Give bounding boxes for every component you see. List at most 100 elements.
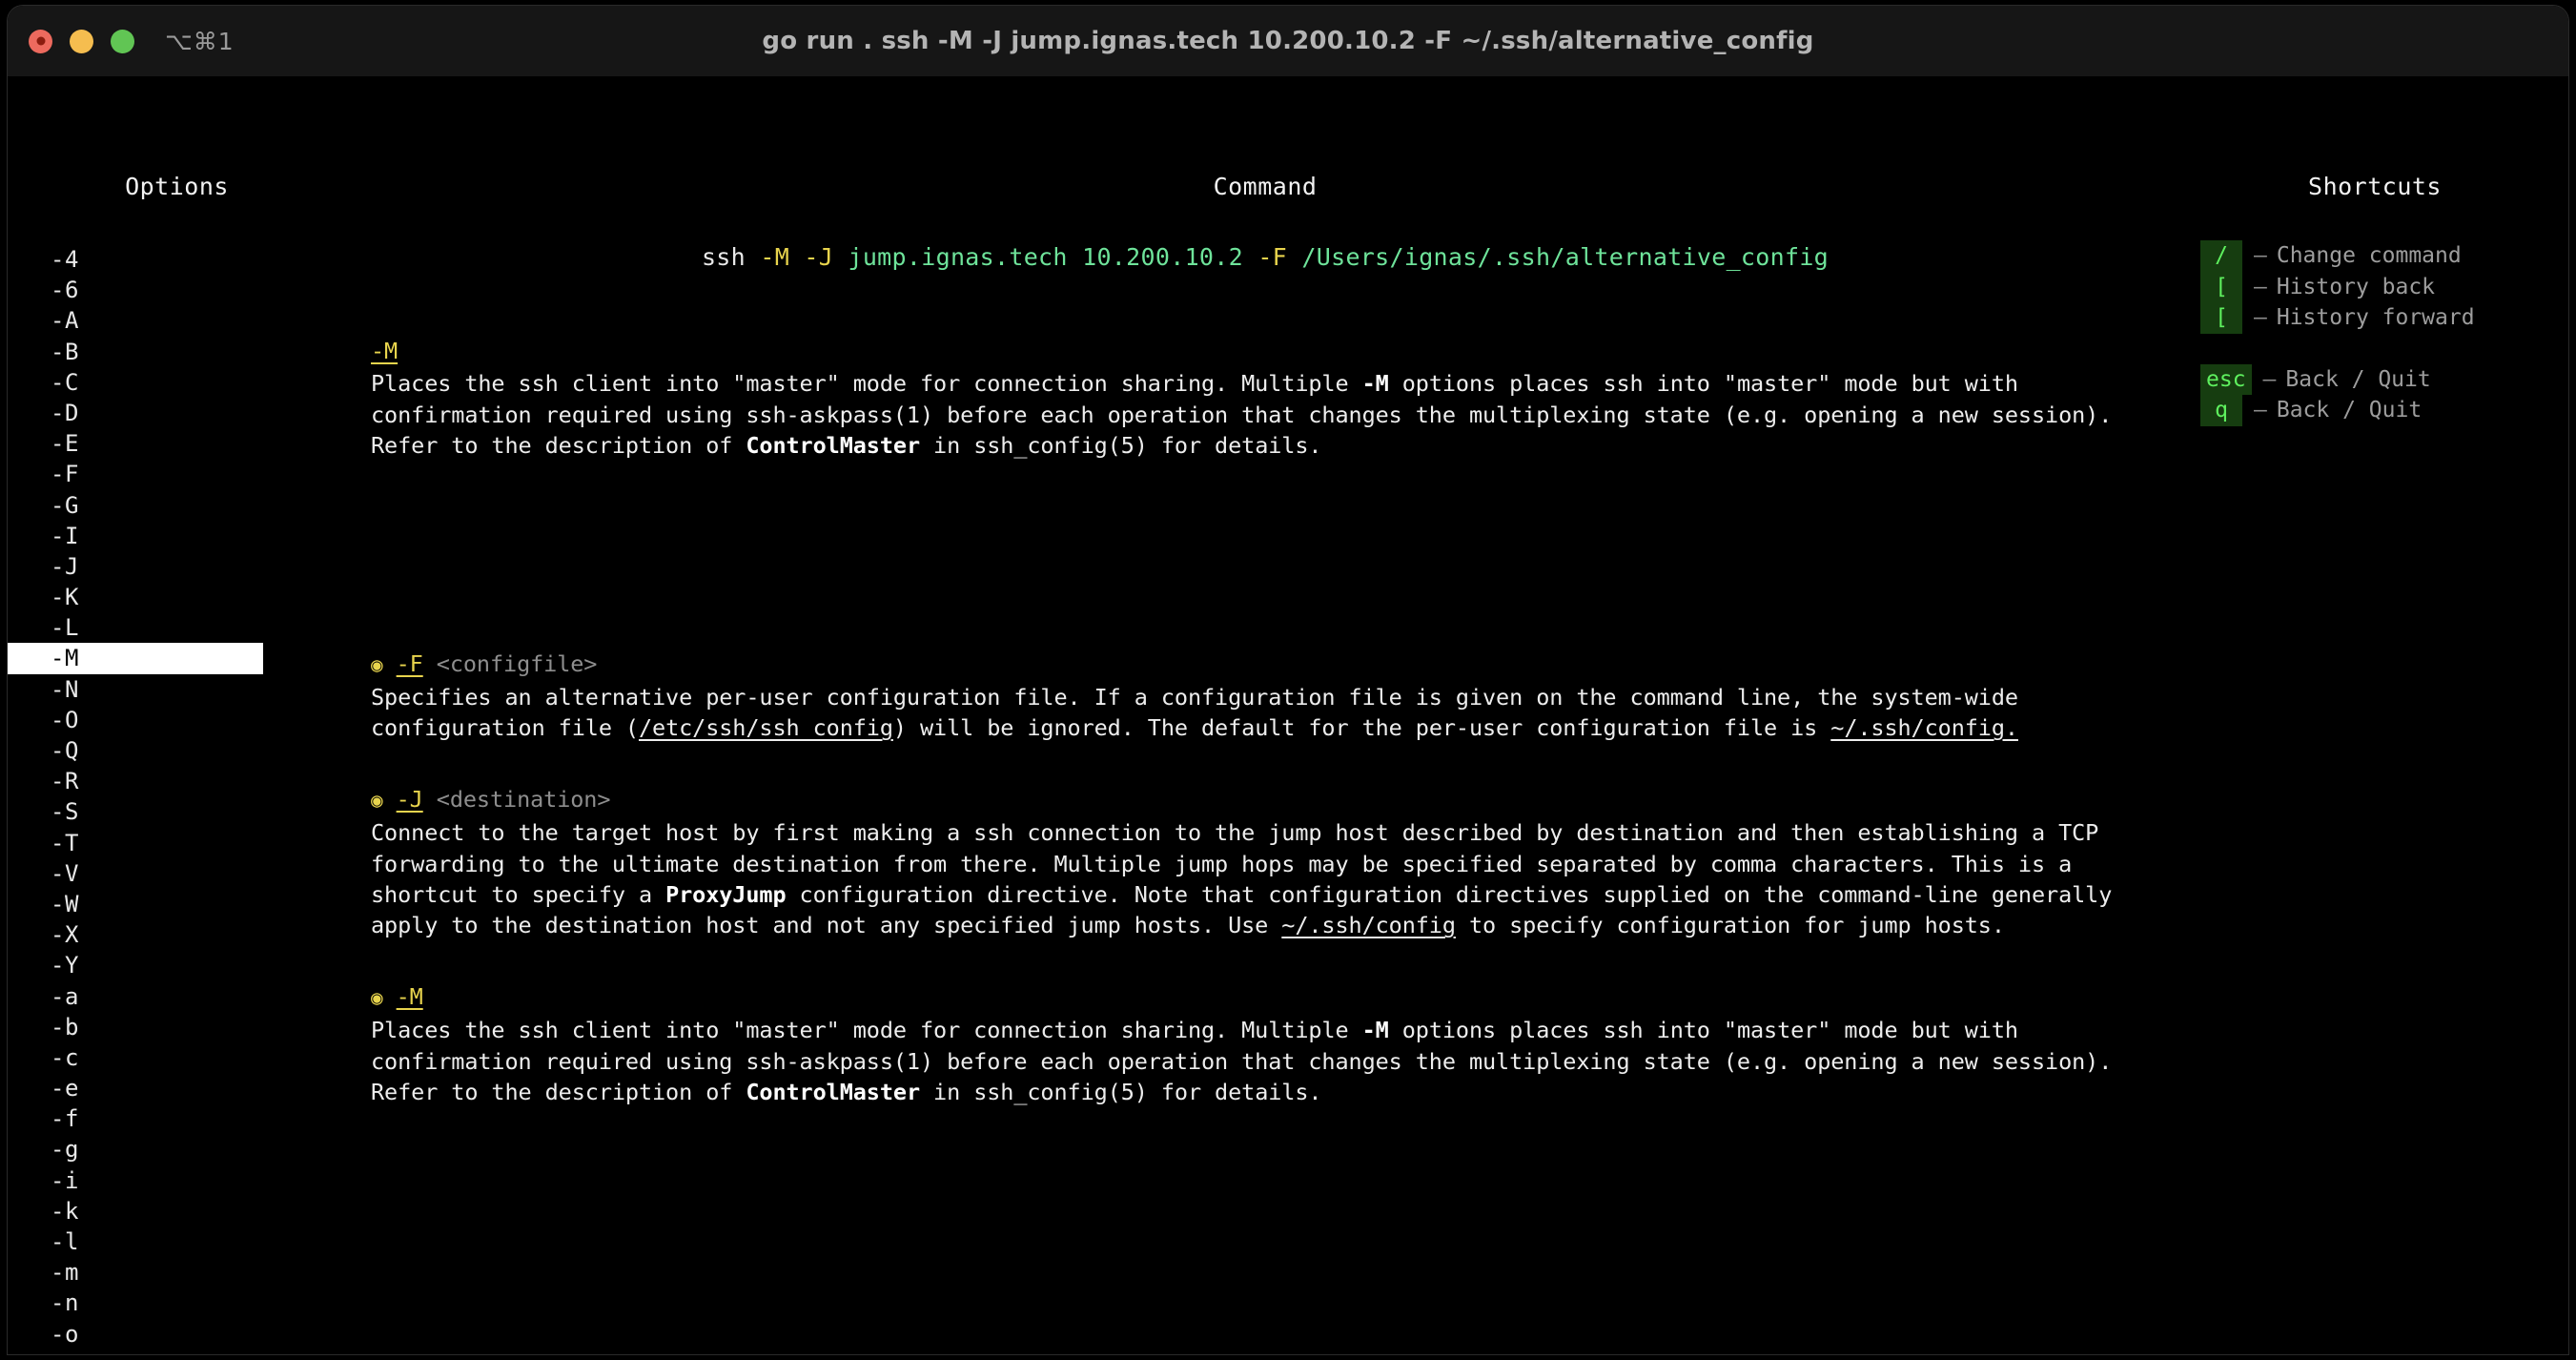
option-item[interactable]: -Y	[8, 950, 346, 980]
option-item[interactable]: -l	[8, 1226, 346, 1257]
bullet-icon: ◉	[371, 985, 383, 1009]
doc-bold-term: ControlMaster	[746, 1079, 920, 1106]
doc-block-m: ◉ -M Places the ssh client into "master"…	[371, 981, 2144, 1108]
option-item[interactable]: -A	[8, 305, 346, 336]
shortcut-row[interactable]: [ — History back	[2200, 271, 2568, 302]
option-item[interactable]: -I	[8, 521, 346, 551]
shortcut-dash: —	[2254, 305, 2267, 331]
option-item[interactable]: -O	[8, 705, 346, 735]
doc-flag-arg: <configfile>	[436, 649, 598, 677]
option-item[interactable]: -B	[8, 337, 346, 367]
option-item[interactable]: -G	[8, 490, 346, 521]
doc-flag-arg: <destination>	[436, 785, 611, 813]
doc-text: options places ssh into "master" mode bu…	[1388, 1017, 2018, 1044]
shortcut-label: History forward	[2276, 305, 2475, 331]
option-item[interactable]: -m	[8, 1257, 346, 1288]
shortcuts-column-header: Shortcuts	[2308, 173, 2442, 200]
shortcut-label: Back / Quit	[2276, 398, 2423, 423]
doc-body: Places the ssh client into "master" mode…	[371, 368, 2144, 461]
shortcuts-group-navigation: / — Change command [ — History back [ — …	[2200, 240, 2568, 334]
option-item[interactable]: -6	[8, 275, 346, 305]
shortcut-label: Back / Quit	[2285, 366, 2431, 392]
option-item[interactable]: -4	[8, 244, 346, 275]
window-titlebar: ⌥⌘1 go run . ssh -M -J jump.ignas.tech 1…	[8, 6, 2568, 76]
doc-text: configuration directive. Note that confi…	[786, 881, 2113, 909]
doc-block-heading: ◉ -J <destination>	[371, 784, 2144, 815]
option-item[interactable]: -C	[8, 367, 346, 398]
doc-text: in ssh_config(5) for details.	[920, 432, 1322, 460]
doc-text: confirmation required using ssh-askpass(…	[371, 1047, 2113, 1075]
doc-spacer	[371, 462, 2144, 649]
option-item-selected[interactable]: -M	[8, 643, 263, 674]
option-item[interactable]: -S	[8, 796, 346, 827]
option-item[interactable]: -D	[8, 398, 346, 428]
shortcut-row[interactable]: esc — Back / Quit	[2200, 363, 2568, 395]
shortcut-row[interactable]: q — Back / Quit	[2200, 395, 2568, 426]
option-item[interactable]: -R	[8, 766, 346, 796]
doc-flag: -F	[396, 649, 423, 677]
close-button-icon[interactable]	[29, 29, 52, 53]
doc-text: forwarding to the ultimate destination f…	[371, 850, 2073, 877]
option-item[interactable]: -p	[8, 1350, 346, 1354]
shortcut-dash: —	[2262, 366, 2277, 392]
doc-text: Connect to the target host by first maki…	[371, 819, 2099, 847]
shortcut-row[interactable]: [ — History forward	[2200, 302, 2568, 334]
doc-text: Specifies an alternative per-user config…	[371, 684, 2018, 711]
doc-path-link[interactable]: ~/.ssh/config.	[1830, 714, 2018, 741]
shortcut-label: Change command	[2276, 243, 2462, 269]
doc-flag: -M	[371, 338, 399, 364]
doc-text: confirmation required using ssh-askpass(…	[371, 401, 2113, 428]
shortcuts-panel: / — Change command [ — History back [ — …	[2200, 240, 2568, 457]
doc-body: Places the ssh client into "master" mode…	[371, 1015, 2144, 1107]
options-column-header: Options	[125, 173, 229, 200]
doc-text: Refer to the description of	[371, 432, 746, 460]
option-item[interactable]: -E	[8, 428, 346, 459]
option-item[interactable]: -V	[8, 858, 346, 889]
doc-text: options places ssh into "master" mode bu…	[1388, 370, 2018, 398]
doc-body: Connect to the target host by first maki…	[371, 817, 2144, 941]
shortcut-key-badge: /	[2200, 240, 2242, 272]
doc-text: Refer to the description of	[371, 1079, 746, 1106]
doc-spacer	[371, 941, 2144, 981]
doc-path-link[interactable]: /etc/ssh/ssh_config	[639, 714, 893, 741]
doc-inline-flag: -M	[1361, 1017, 1389, 1044]
traffic-light-group	[29, 29, 134, 53]
option-item[interactable]: -f	[8, 1103, 346, 1134]
option-item[interactable]: -L	[8, 612, 346, 643]
shortcut-row[interactable]: / — Change command	[2200, 240, 2568, 272]
command-destination: jump.ignas.tech 10.200.10.2	[848, 243, 1243, 271]
doc-text: in ssh_config(5) for details.	[920, 1079, 1322, 1106]
minimize-button-icon[interactable]	[70, 29, 93, 53]
doc-bold-term: ControlMaster	[746, 432, 920, 460]
option-item[interactable]: -F	[8, 459, 346, 489]
doc-text: configuration file (	[371, 714, 639, 742]
command-flag-j: -J	[804, 243, 834, 271]
option-item[interactable]: -n	[8, 1288, 346, 1318]
shortcut-label: History back	[2276, 274, 2436, 299]
option-item[interactable]: -o	[8, 1319, 346, 1350]
command-preview-line: ssh -M -J jump.ignas.tech 10.200.10.2 -F…	[346, 242, 2184, 273]
zoom-button-icon[interactable]	[111, 29, 134, 53]
shortcuts-group-exit: esc — Back / Quit q — Back / Quit	[2200, 363, 2568, 426]
doc-block-heading: -M	[371, 336, 2144, 366]
bullet-icon: ◉	[371, 652, 383, 676]
option-item[interactable]: -K	[8, 582, 346, 612]
option-item[interactable]: -i	[8, 1165, 346, 1196]
option-item[interactable]: -X	[8, 919, 346, 950]
option-item[interactable]: -J	[8, 551, 346, 582]
option-item[interactable]: -Q	[8, 735, 346, 766]
option-item[interactable]: -b	[8, 1012, 346, 1042]
option-item[interactable]: -k	[8, 1196, 346, 1226]
doc-path-link[interactable]: ~/.ssh/config	[1281, 912, 1456, 938]
options-list[interactable]: -4 -6 -A -B -C -D -E -F -G -I -J -K -L -…	[8, 244, 346, 1354]
option-item[interactable]: -g	[8, 1134, 346, 1164]
doc-text: ) will be ignored. The default for the p…	[892, 714, 1831, 742]
option-item[interactable]: -a	[8, 981, 346, 1012]
option-item[interactable]: -W	[8, 889, 346, 919]
shortcut-key-badge: [	[2200, 271, 2242, 302]
option-item[interactable]: -T	[8, 828, 346, 858]
option-item[interactable]: -N	[8, 674, 346, 705]
option-item[interactable]: -c	[8, 1042, 346, 1073]
shortcut-dash: —	[2254, 274, 2267, 299]
option-item[interactable]: -e	[8, 1073, 346, 1103]
